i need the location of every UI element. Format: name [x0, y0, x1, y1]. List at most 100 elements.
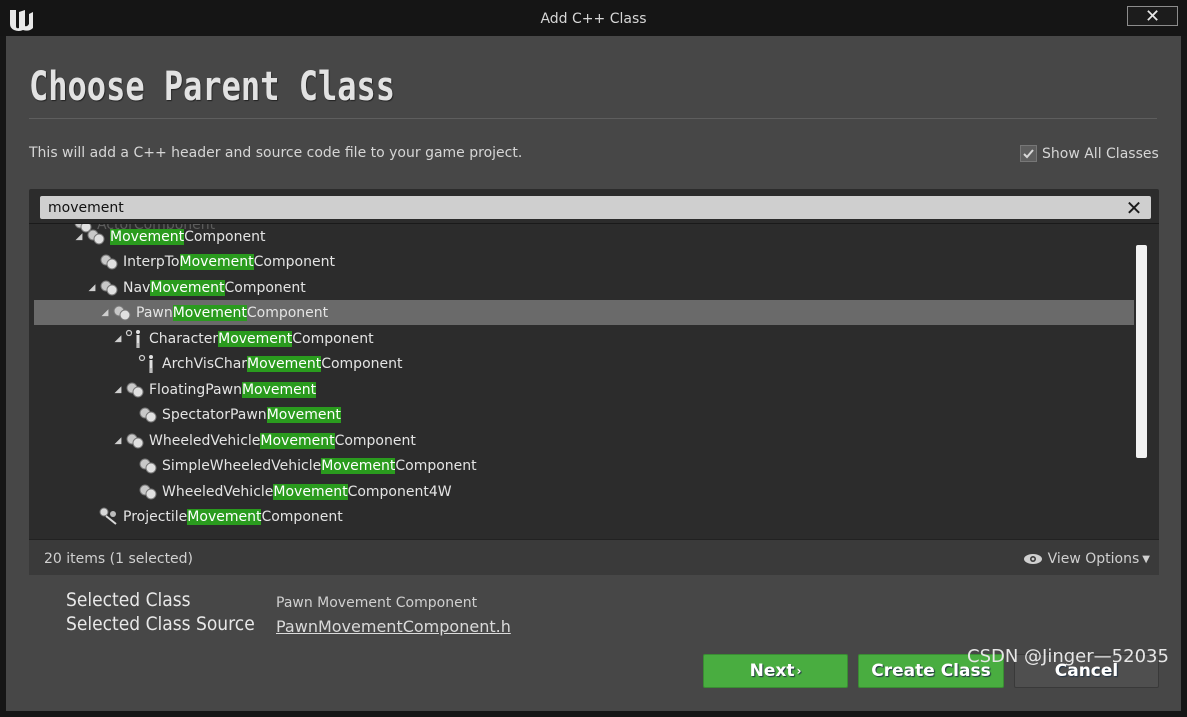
row-label-match: Movement	[218, 330, 293, 347]
row-label-prefix: WheeledVehicle	[162, 483, 274, 500]
row-label-match: Movement	[247, 355, 322, 372]
component-icon	[98, 252, 120, 272]
expand-triangle-icon[interactable]: ◢	[87, 283, 97, 293]
dialog-panel: Choose Parent Class This will add a C++ …	[6, 36, 1181, 711]
tree-row[interactable]: ◢ Nav Movement Component	[34, 275, 1134, 300]
tree-row[interactable]: SimpleWheeledVehicle Movement Component	[34, 453, 1134, 478]
view-options-button[interactable]: View Options ▼	[1023, 551, 1150, 567]
row-label-match: Movement	[273, 483, 348, 500]
eye-icon	[1023, 554, 1042, 564]
row-label-suffix: Component	[395, 457, 477, 474]
row-label-match: Movement	[110, 228, 185, 245]
checkmark-icon	[1023, 149, 1034, 159]
selected-class-value: Pawn Movement Component	[276, 595, 478, 611]
row-label-match: Movement	[241, 381, 317, 398]
expand-triangle-icon[interactable]: ◢	[100, 308, 110, 318]
row-label-prefix: SimpleWheeledVehicle	[162, 457, 322, 474]
component-icon	[124, 431, 146, 451]
item-count: 20 items (1 selected)	[44, 551, 194, 567]
row-label-match: Movement	[172, 304, 247, 321]
class-tree: ActorComponent◢MovementComponentInterpTo…	[29, 223, 1159, 539]
row-label-suffix: Component	[224, 279, 306, 296]
view-options-label: View Options	[1047, 551, 1140, 567]
title-divider	[29, 118, 1157, 119]
tree-row[interactable]: ◢ FloatingPawn Movement	[34, 377, 1134, 402]
page-title: Choose Parent Class	[29, 64, 396, 110]
row-label-prefix: FloatingPawn	[149, 381, 242, 398]
chevron-down-icon: ▼	[1142, 553, 1150, 565]
show-all-checkbox[interactable]	[1020, 145, 1037, 162]
clear-search-icon[interactable]: ✕	[1124, 196, 1144, 220]
expand-triangle-icon[interactable]: ◢	[74, 232, 84, 242]
row-label-suffix: Component4W	[347, 483, 452, 500]
component-icon	[98, 278, 120, 298]
expand-triangle-icon[interactable]: ◢	[113, 385, 123, 395]
row-label-prefix: Nav	[123, 279, 151, 296]
tree-row[interactable]: Projectile Movement Component	[34, 504, 1134, 529]
search-box: ✕	[40, 196, 1151, 220]
row-label-prefix: SpectatorPawn	[162, 406, 267, 423]
component-icon	[111, 303, 133, 323]
row-label-match: Movement	[187, 508, 262, 525]
tree-row[interactable]: ◢ WheeledVehicle Movement Component	[34, 428, 1134, 453]
row-label-prefix: Pawn	[136, 304, 173, 321]
row-label-suffix: Component	[253, 253, 335, 270]
row-label-match: Movement	[321, 457, 396, 474]
picker-footer: 20 items (1 selected) View Options ▼	[29, 539, 1159, 575]
row-label-match: Movement	[150, 279, 225, 296]
row-label-suffix: Component	[184, 228, 266, 245]
window-title: Add C++ Class	[540, 11, 647, 27]
next-button[interactable]: Next ›	[703, 654, 848, 688]
character-icon	[137, 354, 159, 374]
component-icon	[137, 456, 159, 476]
row-label-prefix: WheeledVehicle	[149, 432, 261, 449]
row-label-prefix: Projectile	[123, 508, 188, 525]
row-label-prefix: Character	[149, 330, 219, 347]
selected-class-label: Selected Class	[66, 589, 191, 611]
search-input[interactable]	[40, 196, 1120, 219]
chevron-right-icon: ›	[796, 664, 802, 678]
character-icon	[124, 329, 146, 349]
component-icon	[137, 482, 159, 502]
projectile-icon	[98, 507, 120, 527]
selected-source-link[interactable]: PawnMovementComponent.h	[276, 617, 511, 636]
component-icon	[85, 227, 107, 247]
row-label-suffix: Component	[334, 432, 416, 449]
tree-row[interactable]: SpectatorPawn Movement	[34, 402, 1134, 427]
tree-row[interactable]: InterpTo Movement Component	[34, 249, 1134, 274]
tree-scrollbar[interactable]	[1136, 245, 1147, 458]
row-label-prefix: ArchVisChar	[162, 355, 248, 372]
tree-row[interactable]: ArchVisChar Movement Component	[34, 351, 1134, 376]
watermark-text: CSDN @Jinger—52035	[967, 646, 1169, 667]
component-icon	[124, 380, 146, 400]
row-label-match: Movement	[179, 253, 254, 270]
dialog-description: This will add a C++ header and source co…	[29, 145, 523, 161]
row-label-suffix: Component	[246, 304, 329, 321]
expand-triangle-icon[interactable]: ◢	[113, 334, 123, 344]
row-label-prefix: InterpTo	[123, 253, 180, 270]
row-label-match: Movement	[266, 406, 341, 423]
tree-row[interactable]: ◢ Character Movement Component	[34, 326, 1134, 351]
class-picker: ✕ ActorComponent◢MovementComponentInterp…	[29, 189, 1159, 575]
tree-row[interactable]: ◢ Movement Component	[34, 224, 1134, 249]
show-all-classes-toggle[interactable]: Show All Classes	[1020, 145, 1159, 162]
selected-source-label: Selected Class Source	[66, 613, 255, 635]
window-close-button[interactable]: ✕	[1127, 6, 1178, 27]
show-all-label: Show All Classes	[1042, 145, 1159, 162]
tree-row[interactable]: ◢ Pawn Movement Component	[34, 300, 1134, 325]
row-label-suffix: Component	[292, 330, 374, 347]
row-label-suffix: Component	[321, 355, 403, 372]
tree-row[interactable]: WheeledVehicle Movement Component4W	[34, 479, 1134, 504]
title-bar: Add C++ Class ✕	[0, 0, 1187, 36]
component-icon	[137, 405, 159, 425]
row-label-match: Movement	[260, 432, 335, 449]
next-label: Next	[749, 661, 795, 681]
row-label-suffix: Component	[261, 508, 343, 525]
expand-triangle-icon[interactable]: ◢	[113, 436, 123, 446]
